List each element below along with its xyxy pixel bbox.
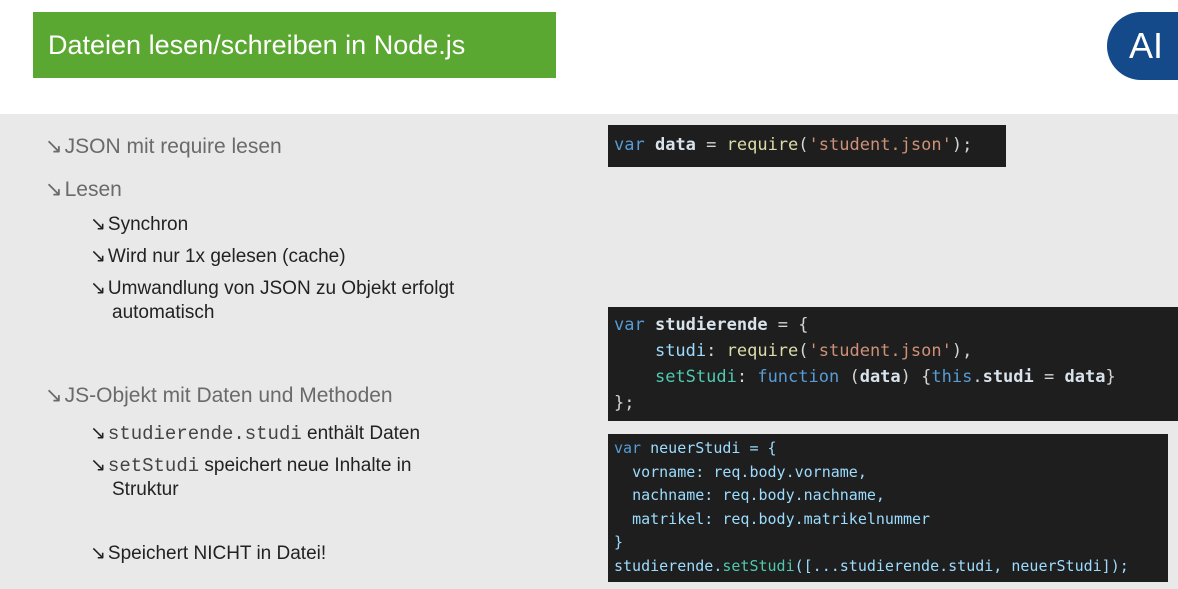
code-token: var — [614, 135, 645, 155]
code-token: : — [706, 341, 727, 361]
code-token: data — [654, 135, 696, 155]
bullet-cache: ↘ Wird nur 1x gelesen (cache) — [90, 245, 346, 268]
bullet-text: Synchron — [107, 214, 189, 235]
code-token: }; — [614, 393, 635, 413]
bullet-text: Wird nur 1x gelesen (cache) — [107, 246, 346, 267]
code-token: } — [1105, 367, 1116, 387]
bullet-text: JS-Objekt mit Daten und Methoden — [64, 384, 393, 407]
arrow-icon: ↘ — [90, 543, 106, 564]
bullet-nicht-datei: ↘ Speichert NICHT in Datei! — [90, 542, 326, 565]
bullet-text-cont: Struktur — [112, 479, 179, 500]
bullet-synchron: ↘ Synchron — [90, 213, 188, 236]
code-token: nachname: req.body.nachname, — [632, 486, 885, 504]
code-token: vorname: req.body.vorname, — [632, 462, 867, 481]
inline-code: setStudi — [107, 455, 200, 477]
code-token: 'student.json' — [808, 341, 952, 361]
code-token: ( — [839, 367, 860, 387]
arrow-icon: ↘ — [90, 278, 106, 299]
bullet-text: speichert neue Inhalte in — [199, 455, 412, 476]
bullet-studi: ↘ studierende.studi enthält Daten — [90, 422, 420, 445]
code-token: data — [1064, 367, 1106, 387]
code-token: studi — [982, 367, 1034, 387]
code-token: : — [736, 367, 758, 387]
bullet-lesen: ↘Lesen — [45, 177, 122, 202]
code-token: setStudi — [654, 367, 737, 387]
bullet-setstudi: ↘ setStudi speichert neue Inhalte in Stru… — [90, 454, 411, 502]
code-block-neuer-studi: var neuerStudi = { vorname: req.body.vor… — [608, 434, 1168, 582]
arrow-icon: ↘ — [45, 135, 63, 158]
bullet-text: Lesen — [64, 178, 122, 201]
code-token: ([...studierende.studi, neuerStudi]); — [794, 556, 1129, 575]
code-token: studierende — [614, 556, 714, 575]
bullet-text-cont: automatisch — [112, 302, 215, 323]
code-token: var — [614, 315, 645, 335]
slide-title-text: Dateien lesen/schreiben in Node.js — [48, 29, 466, 60]
ai-logo: AI — [1107, 12, 1178, 80]
code-token: matrikel: req.body.matrikelnummer — [632, 509, 931, 528]
arrow-icon: ↘ — [90, 423, 106, 444]
inline-code: studierende.studi — [107, 423, 302, 445]
code-token: setStudi — [722, 556, 795, 575]
logo-text: AI — [1129, 25, 1164, 66]
bullet-text: JSON mit require lesen — [64, 135, 282, 158]
code-token: } — [614, 533, 624, 551]
arrow-icon: ↘ — [45, 178, 63, 201]
code-token: var — [614, 439, 642, 457]
arrow-icon: ↘ — [90, 214, 106, 235]
arrow-icon: ↘ — [45, 384, 63, 407]
code-token: = { — [767, 315, 809, 335]
bullet-umwandlung: ↘ Umwandlung von JSON zu Objekt erfolgt a… — [90, 277, 454, 325]
bullet-js-objekt: ↘JS-Objekt mit Daten und Methoden — [45, 383, 393, 408]
code-token: this — [931, 367, 973, 387]
code-token: function — [757, 367, 840, 387]
code-token: . — [972, 367, 983, 387]
bullet-text: enthält Daten — [301, 423, 421, 444]
code-token: data — [859, 367, 901, 387]
code-token: ) { — [900, 367, 932, 387]
code-token: ( — [798, 341, 809, 361]
bullet-text: Speichert NICHT in Datei! — [107, 543, 327, 564]
bullet-json-require: ↘JSON mit require lesen — [45, 134, 282, 159]
arrow-icon: ↘ — [90, 246, 106, 267]
code-token: ); — [951, 135, 973, 155]
code-token: = — [695, 135, 727, 155]
code-token: neuerStudi = { — [641, 439, 777, 457]
bullet-text: Umwandlung von JSON zu Objekt erfolgt — [107, 278, 455, 299]
code-token: studi — [654, 341, 707, 361]
code-block-studierende: var studierende = { studi: require('stud… — [608, 307, 1178, 421]
code-token: 'student.json' — [808, 135, 952, 155]
code-token: ( — [798, 135, 809, 155]
code-token: require — [726, 341, 799, 361]
code-token: studierende — [654, 315, 768, 335]
code-token: = — [1033, 367, 1065, 387]
arrow-icon: ↘ — [90, 455, 106, 476]
code-token: require — [726, 135, 799, 155]
code-token: ), — [951, 341, 973, 361]
code-block-require: var data = require('student.json'); — [608, 125, 1006, 167]
slide-title: Dateien lesen/schreiben in Node.js — [33, 12, 556, 78]
